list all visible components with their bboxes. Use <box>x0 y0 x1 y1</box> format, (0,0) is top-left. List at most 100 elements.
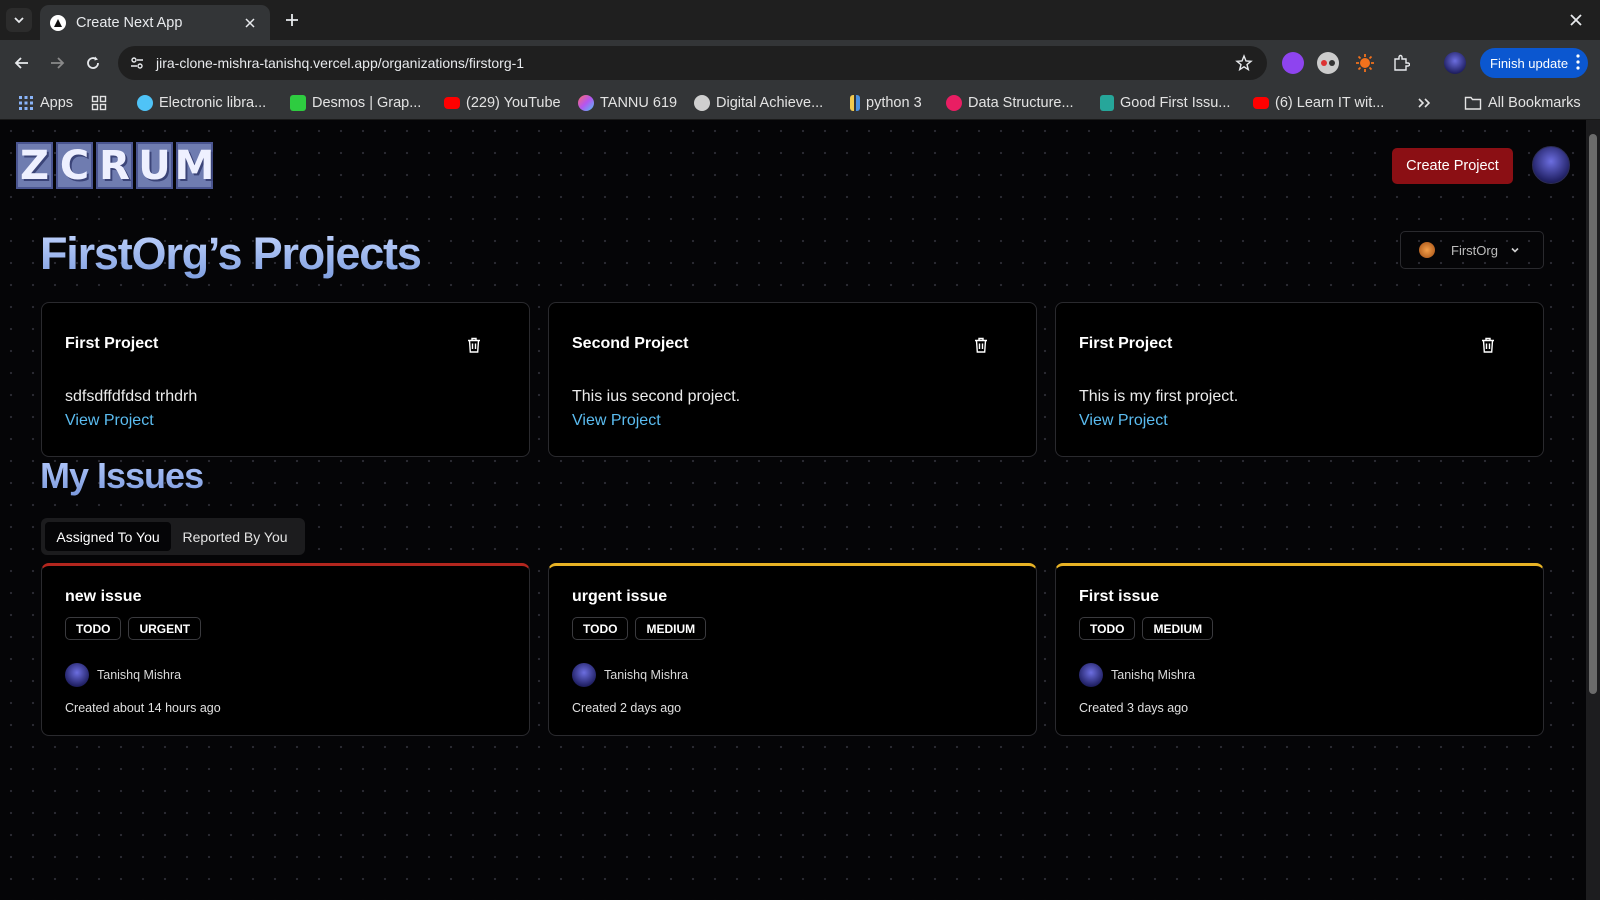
bookmark-data-structure[interactable]: Data Structure... <box>946 93 1074 113</box>
priority-badge: URGENT <box>128 617 202 640</box>
org-switcher[interactable]: FirstOrg <box>1400 231 1544 269</box>
assignee-name: Tanishq Mishra <box>604 668 689 682</box>
bookmark-tab-groups[interactable] <box>91 93 107 113</box>
tab-search-button[interactable] <box>6 8 32 32</box>
project-card: Second Project This ius second project. … <box>548 302 1037 457</box>
tab-reported-by-you[interactable]: Reported By You <box>171 522 299 551</box>
issue-card[interactable]: new issue TODO URGENT Tanishq Mishra Cre… <box>41 563 530 736</box>
chevron-down-icon <box>14 17 24 24</box>
status-badge: TODO <box>572 617 629 640</box>
extension-purple-icon[interactable] <box>1282 52 1304 74</box>
extension-sun-icon[interactable] <box>1354 52 1376 74</box>
bookmark-good-first-issue[interactable]: Good First Issu... <box>1100 93 1230 113</box>
assignee: Tanishq Mishra <box>65 663 181 687</box>
desmos-icon <box>290 95 306 111</box>
url-text: jira-clone-mishra-tanishq.vercel.app/org… <box>156 55 525 71</box>
chevron-down-icon <box>1511 247 1519 253</box>
trash-icon[interactable] <box>972 336 990 354</box>
project-card: First Project sdfsdffdfdsd trhdrh View P… <box>41 302 530 457</box>
view-project-link[interactable]: View Project <box>65 412 154 430</box>
scrollbar-thumb[interactable] <box>1589 134 1597 694</box>
bookmark-learn-it[interactable]: (6) Learn IT wit... <box>1253 93 1384 113</box>
folder-icon <box>1464 96 1482 110</box>
close-icon <box>1570 14 1582 26</box>
logo-letter: C <box>56 142 93 189</box>
all-bookmarks-button[interactable]: All Bookmarks <box>1464 93 1581 113</box>
user-avatar[interactable] <box>1532 146 1570 184</box>
trash-icon[interactable] <box>1479 336 1497 354</box>
org-switcher-label: FirstOrg <box>1451 242 1498 258</box>
tab-groups-icon <box>91 95 107 111</box>
youtube-icon <box>444 97 460 109</box>
profile-avatar-icon[interactable] <box>1444 52 1466 74</box>
bookmark-apps[interactable]: Apps <box>18 93 73 113</box>
browser-tab-bar: Create Next App <box>0 0 1600 40</box>
my-issues-heading: My Issues <box>40 455 204 496</box>
site-info-icon[interactable] <box>122 48 152 78</box>
bookmark-star-icon[interactable] <box>1229 48 1259 78</box>
project-card: First Project This is my first project. … <box>1055 302 1544 457</box>
bookmark-label: Data Structure... <box>968 95 1074 111</box>
view-project-link[interactable]: View Project <box>572 412 661 430</box>
extensions-puzzle-icon[interactable] <box>1390 52 1412 74</box>
project-name: First Project <box>1079 335 1173 352</box>
issue-title: new issue <box>65 588 142 605</box>
zcrum-logo[interactable]: Z C R U M <box>16 142 214 189</box>
assignee: Tanishq Mishra <box>1079 663 1195 687</box>
assignee: Tanishq Mishra <box>572 663 688 687</box>
logo-letter: R <box>96 142 133 189</box>
page-content: Z C R U M Create Project FirstOrg’s Proj… <box>0 120 1586 900</box>
apps-grid-icon <box>19 96 33 110</box>
issue-title: First issue <box>1079 588 1160 605</box>
created-time: Created about 14 hours ago <box>65 701 221 715</box>
globe-icon <box>137 95 153 111</box>
bookmark-label: (229) YouTube <box>466 95 561 111</box>
bookmark-digital-achieve[interactable]: Digital Achieve... <box>694 93 823 113</box>
youtube-icon <box>1253 97 1269 109</box>
finish-update-label: Finish update <box>1490 55 1569 71</box>
back-button[interactable] <box>8 49 36 77</box>
forward-button[interactable] <box>43 49 71 77</box>
assignee-name: Tanishq Mishra <box>97 668 182 682</box>
extension-glasses-icon[interactable] <box>1317 52 1339 74</box>
view-project-link[interactable]: View Project <box>1079 412 1168 430</box>
digital-icon <box>694 95 710 111</box>
tannu-icon <box>578 95 594 111</box>
issues-tabs: Assigned To You Reported By You <box>41 518 305 555</box>
trash-icon[interactable] <box>465 336 483 354</box>
address-bar[interactable]: jira-clone-mishra-tanishq.vercel.app/org… <box>118 46 1267 80</box>
avatar <box>572 663 596 687</box>
finish-update-button[interactable]: Finish update <box>1480 48 1588 78</box>
all-bookmarks-label: All Bookmarks <box>1488 95 1581 111</box>
bookmark-label: python 3 <box>866 95 922 111</box>
page-title: FirstOrg’s Projects <box>40 228 422 279</box>
status-badge: TODO <box>1079 617 1136 640</box>
created-time: Created 3 days ago <box>1079 701 1189 715</box>
bookmark-electronic-library[interactable]: Electronic libra... <box>137 93 266 113</box>
bookmark-desmos[interactable]: Desmos | Grap... <box>290 93 421 113</box>
page-scrollbar[interactable] <box>1586 120 1600 900</box>
bookmark-label: Desmos | Grap... <box>312 95 422 111</box>
new-tab-button[interactable] <box>280 8 304 32</box>
issue-card[interactable]: urgent issue TODO MEDIUM Tanishq Mishra … <box>548 563 1037 736</box>
bookmark-label: TANNU 619 <box>600 95 678 111</box>
logo-letter: Z <box>16 142 53 189</box>
window-close-button[interactable] <box>1564 8 1588 32</box>
bookmark-tannu[interactable]: TANNU 619 <box>578 93 677 113</box>
issue-card[interactable]: First issue TODO MEDIUM Tanishq Mishra C… <box>1055 563 1544 736</box>
org-logo-icon <box>1419 242 1435 258</box>
arrow-right-icon <box>51 57 65 69</box>
gfi-icon <box>1100 95 1114 111</box>
avatar <box>1079 663 1103 687</box>
bookmarks-overflow-button[interactable] <box>1417 93 1431 113</box>
tab-assigned-to-you[interactable]: Assigned To You <box>45 522 171 551</box>
tab-close-icon[interactable] <box>240 13 260 33</box>
bookmark-youtube[interactable]: (229) YouTube <box>444 93 561 113</box>
bookmark-label: Electronic libra... <box>159 95 267 111</box>
bookmark-python[interactable]: python 3 <box>850 93 922 113</box>
create-project-button[interactable]: Create Project <box>1392 148 1513 184</box>
browser-toolbar: jira-clone-mishra-tanishq.vercel.app/org… <box>0 40 1600 86</box>
reload-button[interactable] <box>79 49 107 77</box>
created-time: Created 2 days ago <box>572 701 682 715</box>
browser-tab[interactable]: Create Next App <box>40 5 270 40</box>
